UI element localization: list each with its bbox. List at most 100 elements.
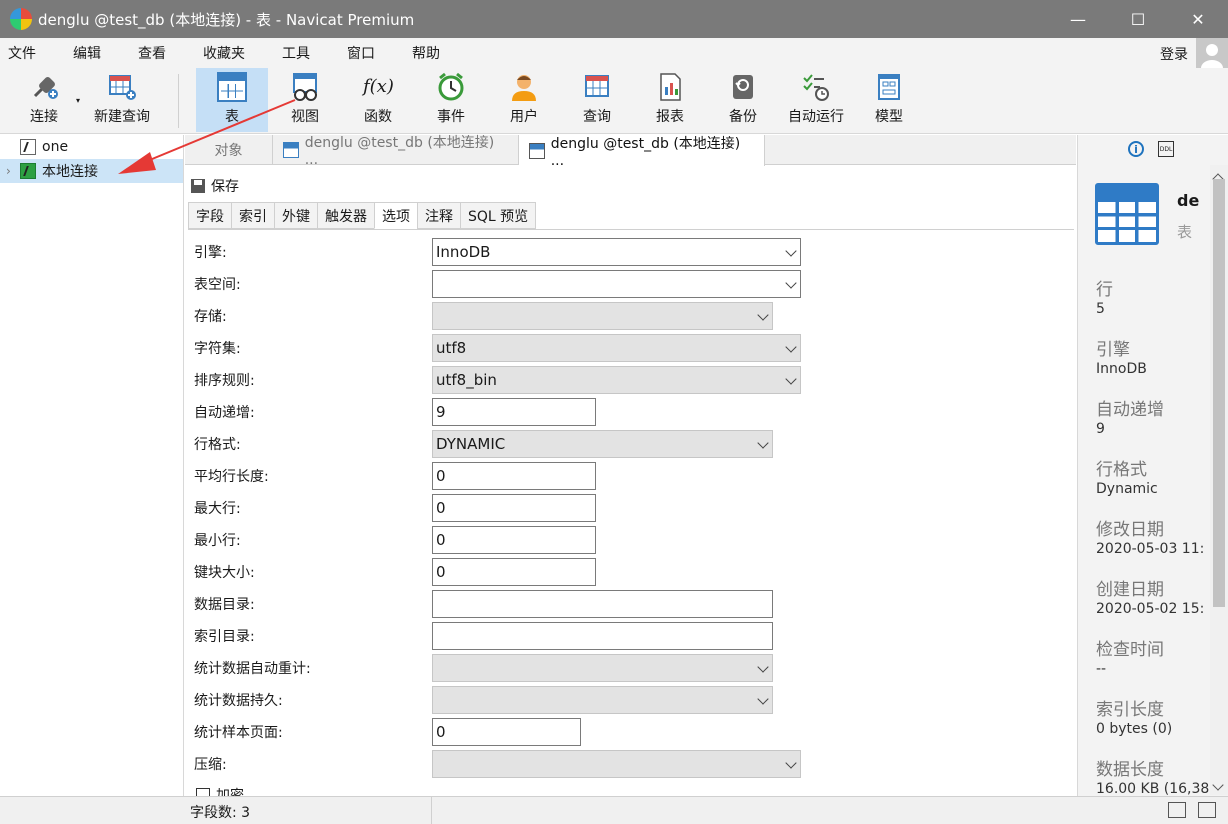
min-rows-input[interactable]: 0 <box>432 526 596 554</box>
close-button[interactable]: ✕ <box>1168 0 1228 38</box>
toolbar-backup-button[interactable]: 备份 <box>707 68 779 132</box>
chevron-down-icon <box>757 309 769 321</box>
toolbar-automation-button[interactable]: 自动运行 <box>780 68 852 132</box>
prop-created-date: 创建日期 2020-05-02 15: <box>1096 580 1205 617</box>
toolbar-user-button[interactable]: 用户 <box>488 68 560 132</box>
toolbar-query-button[interactable]: 查询 <box>561 68 633 132</box>
menu-view[interactable]: 查看 <box>130 43 178 63</box>
sidebar-item-local-connection[interactable]: › 本地连接 <box>0 159 183 183</box>
tab-foreign-keys[interactable]: 外键 <box>274 202 317 229</box>
toolbar-automation-label: 自动运行 <box>788 109 844 125</box>
alarm-clock-icon <box>436 72 466 102</box>
backup-icon <box>728 72 758 102</box>
minimize-button[interactable]: — <box>1048 0 1108 38</box>
compression-select[interactable] <box>432 750 801 778</box>
sidebar-item-one[interactable]: one <box>0 135 183 159</box>
collation-select[interactable]: utf8_bin <box>432 366 801 394</box>
engine-select[interactable]: InnoDB <box>432 238 801 266</box>
menu-bar: 文件 编辑 查看 收藏夹 工具 窗口 帮助 <box>0 38 1228 68</box>
avg-row-length-input[interactable]: 0 <box>432 462 596 490</box>
toolbar-model-label: 模型 <box>875 109 903 125</box>
new-query-label: 新建查询 <box>94 109 150 125</box>
connection-sidebar: one › 本地连接 <box>0 135 184 796</box>
tab-sql-preview[interactable]: SQL 预览 <box>460 202 537 229</box>
prop-auto-increment: 自动递增 9 <box>1096 400 1164 437</box>
chevron-down-icon <box>785 757 797 769</box>
key-block-size-input[interactable]: 0 <box>432 558 596 586</box>
scroll-thumb[interactable] <box>1213 179 1225 607</box>
main-toolbar: 连接 ▾ 新建查询 表 视图 f(x) 函数 事件 用户 查询 报表 备份 自动… <box>0 68 1228 134</box>
new-query-button[interactable]: 新建查询 <box>86 68 158 132</box>
toolbar-table-button[interactable]: 表 <box>196 68 268 132</box>
tablespace-label: 表空间: <box>194 277 241 293</box>
connection-icon <box>20 139 36 155</box>
stats-persistent-label: 统计数据持久: <box>194 693 283 709</box>
chevron-down-icon <box>757 693 769 705</box>
function-fx-icon: f(x) <box>363 76 394 97</box>
prop-data-length: 数据长度 16.00 KB (16,38 <box>1096 760 1210 797</box>
stats-persistent-select[interactable] <box>432 686 773 714</box>
tablespace-select[interactable] <box>432 270 801 298</box>
tab-indexes[interactable]: 索引 <box>231 202 274 229</box>
row-format-select[interactable]: DYNAMIC <box>432 430 773 458</box>
checkbox-box[interactable] <box>196 788 210 796</box>
menu-file[interactable]: 文件 <box>0 43 48 63</box>
chevron-right-icon[interactable]: › <box>6 164 20 178</box>
save-button[interactable]: 保存 <box>185 174 239 198</box>
data-directory-input[interactable] <box>432 590 773 618</box>
user-icon <box>509 72 539 102</box>
tab-options[interactable]: 选项 <box>374 202 417 229</box>
toolbar-model-button[interactable]: 模型 <box>853 68 925 132</box>
connect-button[interactable]: 连接 <box>8 68 80 132</box>
toolbar-report-button[interactable]: 报表 <box>634 68 706 132</box>
auto-increment-input[interactable]: 9 <box>432 398 596 426</box>
data-directory-label: 数据目录: <box>194 597 255 613</box>
chevron-down-icon <box>785 373 797 385</box>
menu-edit[interactable]: 编辑 <box>65 43 113 63</box>
encryption-checkbox[interactable]: 加密 <box>196 785 244 796</box>
max-rows-label: 最大行: <box>194 501 241 517</box>
tab-fields[interactable]: 字段 <box>188 202 231 229</box>
menu-window[interactable]: 窗口 <box>339 43 387 63</box>
key-block-size-label: 键块大小: <box>194 565 255 581</box>
prop-engine: 引擎 InnoDB <box>1096 340 1147 377</box>
tab-table-design-1[interactable]: denglu @test_db (本地连接) ... <box>273 135 519 168</box>
charset-select[interactable]: utf8 <box>432 334 801 362</box>
stats-sample-pages-input[interactable]: 0 <box>432 718 581 746</box>
ddl-icon[interactable]: DDL <box>1158 141 1174 157</box>
compression-label: 压缩: <box>194 757 227 773</box>
chevron-down-icon <box>785 245 797 257</box>
tab-label: denglu @test_db (本地连接) ... <box>304 135 495 168</box>
status-bar: 字段数: 3 <box>0 796 1228 824</box>
table-edit-icon <box>529 142 545 159</box>
toolbar-event-button[interactable]: 事件 <box>415 68 487 132</box>
tab-comment[interactable]: 注释 <box>417 202 460 229</box>
menu-tools[interactable]: 工具 <box>274 43 322 63</box>
toolbar-view-button[interactable]: 视图 <box>269 68 341 132</box>
tab-table-design-2[interactable]: denglu @test_db (本地连接) ... <box>519 135 765 169</box>
chevron-down-icon <box>785 341 797 353</box>
table-icon <box>283 142 299 158</box>
info-icon[interactable]: i <box>1128 141 1144 157</box>
layout-left-panel-icon[interactable] <box>1168 802 1186 818</box>
designer-subtabs: 字段 索引 外键 触发器 选项 注释 SQL 预览 <box>188 202 537 229</box>
connection-active-icon <box>20 163 36 179</box>
stats-auto-recalc-select[interactable] <box>432 654 773 682</box>
prop-check-time: 检查时间 -- <box>1096 640 1164 677</box>
maximize-button[interactable]: ☐ <box>1108 0 1168 38</box>
tab-triggers[interactable]: 触发器 <box>317 202 374 229</box>
scroll-down-icon[interactable] <box>1212 779 1224 791</box>
connect-dropdown-arrow-icon[interactable]: ▾ <box>76 96 80 105</box>
report-icon <box>655 72 685 102</box>
tab-objects[interactable]: 对象 <box>185 135 273 165</box>
info-panel-scrollbar[interactable] <box>1210 165 1228 795</box>
user-avatar-icon[interactable] <box>1196 38 1228 70</box>
layout-right-panel-icon[interactable] <box>1198 802 1216 818</box>
max-rows-input[interactable]: 0 <box>432 494 596 522</box>
toolbar-function-button[interactable]: f(x) 函数 <box>342 68 414 132</box>
menu-help[interactable]: 帮助 <box>404 43 452 63</box>
prop-row-format: 行格式 Dynamic <box>1096 460 1158 497</box>
menu-favorites[interactable]: 收藏夹 <box>195 43 257 63</box>
login-link[interactable]: 登录 <box>1160 44 1188 64</box>
index-directory-input[interactable] <box>432 622 773 650</box>
